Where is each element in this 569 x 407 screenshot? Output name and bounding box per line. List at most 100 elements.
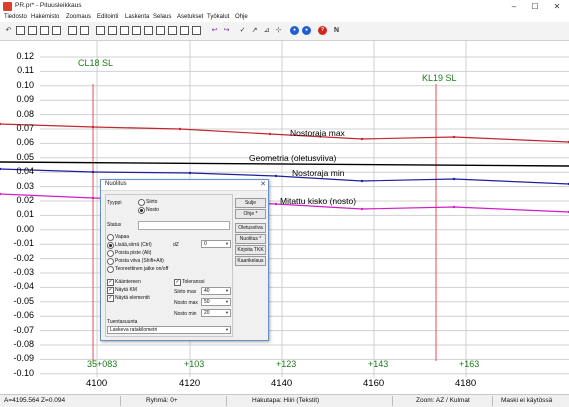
- redo-icon[interactable]: ↪: [222, 26, 231, 35]
- line-nostoraja-max-vertex: [0, 122, 2, 126]
- info-circle-icon[interactable]: ●: [290, 26, 299, 35]
- y-tick-label: 0.06: [16, 137, 34, 148]
- draw-line-icon[interactable]: ↗: [250, 26, 259, 35]
- close-dialog-button[interactable]: Sulje: [235, 198, 266, 208]
- measure-icon[interactable]: ✓: [238, 26, 247, 35]
- toolbar: ↶ ↩ ↪ ✓ ↗ ⊿ ⊹ ● ● ? N: [0, 22, 569, 41]
- checkbox-nayta-elementit[interactable]: ✓: [107, 295, 114, 302]
- zoom-window-icon[interactable]: [108, 26, 117, 35]
- maximize-button[interactable]: ☐: [526, 1, 544, 12]
- link-circle-icon[interactable]: ●: [302, 26, 311, 35]
- y-tick-label: 0.08: [16, 108, 34, 119]
- y-tick-label: 0.09: [16, 94, 34, 105]
- paste-icon[interactable]: [68, 26, 77, 35]
- snap-icon[interactable]: ⊹: [274, 26, 283, 35]
- y-tick-label: 0.03: [16, 180, 34, 191]
- profile-lines: [0, 84, 569, 361]
- chevron-down-icon: ▼: [225, 299, 229, 304]
- direction-value: Laskeva ratakilometri: [110, 327, 158, 333]
- marker-label-cl18: CL18 SL: [78, 58, 114, 68]
- zoom-next-icon[interactable]: [168, 26, 177, 35]
- chevron-down-icon: ▼: [225, 310, 229, 315]
- y-tick-label: 0.01: [16, 209, 34, 220]
- menu-zoomaus[interactable]: Zoomaus: [66, 14, 91, 20]
- dialog-close-button[interactable]: ✕: [260, 180, 266, 188]
- checkbox-toleranssi[interactable]: ✓: [174, 279, 181, 286]
- radio-lisaa-siirra[interactable]: [107, 242, 114, 249]
- print-icon[interactable]: [80, 26, 89, 35]
- nuolitus-dialog: Nuolitus ✕ Tyyppi Siirto Nosto Status Va…: [100, 179, 269, 341]
- save-file-icon[interactable]: [40, 26, 49, 35]
- checkbox-nayta-km[interactable]: ✓: [107, 287, 114, 294]
- dz-select[interactable]: 0 ▼: [201, 240, 231, 248]
- write-tkk-button[interactable]: Kirjoita TKK: [235, 245, 266, 255]
- station-label: +103: [184, 359, 205, 369]
- x-tick-label: 4120: [179, 378, 201, 389]
- help-button[interactable]: Ohje *: [235, 209, 266, 219]
- app-icon: [3, 2, 12, 11]
- nuolitus-button[interactable]: Nuolitus *: [235, 234, 266, 244]
- menu-editointi[interactable]: Editointi: [97, 14, 118, 20]
- marker-label-kl19: KL19 SL: [422, 73, 457, 83]
- measure-angle-icon[interactable]: ⊿: [262, 26, 271, 35]
- type-label: Tyyppi: [107, 200, 122, 206]
- help-icon[interactable]: ?: [318, 26, 327, 35]
- menu-hakemisto[interactable]: Hakemisto: [31, 14, 59, 20]
- print-preview-icon[interactable]: [96, 26, 105, 35]
- direction-label: Tuentasuunta: [107, 319, 138, 325]
- y-tick-label: 0.12: [16, 51, 34, 61]
- y-tick-label: 0.00: [16, 223, 34, 234]
- dialog-title: Nuolitus: [105, 181, 127, 187]
- minimize-button[interactable]: –: [505, 1, 523, 12]
- nosto-min-select[interactable]: 20 ▼: [201, 309, 231, 317]
- y-tick-label: 0.04: [16, 166, 34, 177]
- select-icon[interactable]: [180, 26, 189, 35]
- new-file-icon[interactable]: [16, 26, 25, 35]
- north-icon[interactable]: N: [332, 26, 341, 35]
- zoom-all-icon[interactable]: [144, 26, 153, 35]
- line-nostoraja-min-vertex: [274, 174, 278, 178]
- radio-vapaa[interactable]: [107, 234, 114, 241]
- menu-tiedosto[interactable]: Tiedosto: [4, 14, 27, 20]
- nosto-max-select[interactable]: 50 ▼: [201, 298, 231, 306]
- radio-teoreettinen-jatke[interactable]: [107, 266, 114, 273]
- menu-ohje[interactable]: Ohje: [235, 14, 248, 20]
- menu-laskenta[interactable]: Laskenta: [125, 14, 149, 20]
- siirto-max-value: 40: [204, 288, 210, 294]
- status-separator: [392, 396, 393, 406]
- y-tick-label: -0.07: [13, 324, 34, 335]
- line-nostoraja-min-vertex: [452, 177, 456, 181]
- y-tick-label: 0.05: [16, 151, 34, 162]
- profile-plot[interactable]: 0.12 0.11 0.10 0.09 0.08 0.07 0.06 0.05 0.04 0.03…: [0, 41, 569, 393]
- point-icon[interactable]: [192, 26, 201, 35]
- open-file-icon[interactable]: [28, 26, 37, 35]
- menu-tyokalut[interactable]: Työkalut: [207, 14, 229, 20]
- close-button[interactable]: ✕: [548, 1, 566, 12]
- checkbox-label-nayta-km: Näytä KM: [115, 287, 137, 293]
- default-line-button[interactable]: Oletusviiva: [235, 223, 266, 233]
- status-separator: [492, 396, 493, 406]
- nosto-max-value: 50: [204, 299, 210, 305]
- radio-poista-piste[interactable]: [107, 250, 114, 257]
- status-coords: A=4195.564 Z=0.094: [4, 397, 66, 404]
- undo-icon[interactable]: ↩: [210, 26, 219, 35]
- station-label: +143: [368, 359, 389, 369]
- direction-select[interactable]: Laskeva ratakilometri ▼: [107, 326, 231, 334]
- menu-asetukset[interactable]: Asetukset: [177, 14, 203, 20]
- menu-selaus[interactable]: Selaus: [153, 14, 171, 20]
- radio-poista-viiva[interactable]: [107, 258, 114, 265]
- siirto-max-select[interactable]: 40 ▼: [201, 287, 231, 295]
- kaarikelaus-button[interactable]: Kaarikelaus: [235, 256, 266, 266]
- zoom-out-icon[interactable]: [132, 26, 141, 35]
- status-separator: [120, 396, 121, 406]
- zoom-previous-icon[interactable]: [156, 26, 165, 35]
- undo-arrow-icon[interactable]: ↶: [4, 26, 13, 35]
- line-nostoraja-max-vertex: [360, 137, 364, 141]
- plot-canvas[interactable]: [0, 41, 569, 393]
- nosto-max-label: Nosto max: [174, 300, 198, 306]
- checkbox-kaantereen[interactable]: ✓: [107, 279, 114, 286]
- type-radio-nosto[interactable]: [138, 207, 145, 214]
- zoom-in-icon[interactable]: [120, 26, 129, 35]
- copy-icon[interactable]: [52, 26, 61, 35]
- type-radio-siirto[interactable]: [138, 199, 145, 206]
